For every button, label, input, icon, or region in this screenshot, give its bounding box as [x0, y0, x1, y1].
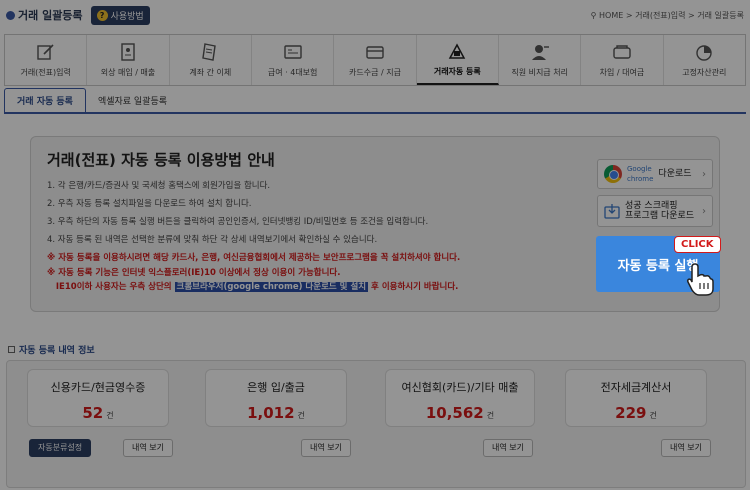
- id-card-icon: [283, 44, 302, 59]
- tab-excel-upload[interactable]: 엑셀자료 일괄등록: [86, 89, 179, 112]
- help-label: 사용방법: [110, 11, 144, 22]
- help-button[interactable]: ? 사용방법: [90, 5, 150, 25]
- guide-notice: ※ 자동 등록 기능은 인터넷 익스플로러(IE)10 이상에서 정상 이용이 …: [47, 268, 341, 278]
- scraping-label: 성공 스크래핑 프로그램 다운로드: [625, 201, 694, 221]
- summary-card-credit-card: 신용카드/현금영수증 52 건: [27, 369, 169, 427]
- guide-warning: ※ 자동 등록을 이용하시려면 해당 카드사, 은행, 여신금융협회에서 제공하…: [47, 253, 461, 263]
- summary-title: 자동 등록 내역 정보: [8, 343, 95, 356]
- view-details-button-bank[interactable]: 내역 보기: [301, 439, 351, 457]
- menu-label: 직원 비지급 처리: [511, 67, 568, 77]
- card-name: 여신협회(카드)/기타 매출: [401, 381, 519, 394]
- card-unit: 건: [649, 411, 657, 420]
- scraping-line1: 성공 스크래핑: [625, 201, 678, 211]
- menu-item-auto-register[interactable]: 거래자동 등록: [416, 35, 499, 85]
- chevron-right-icon: ›: [702, 205, 706, 217]
- menu-label: 계좌 간 이체: [189, 67, 232, 77]
- edit-icon: [36, 43, 54, 60]
- menu-item-transfer[interactable]: 계좌 간 이체: [170, 35, 252, 85]
- summary-card-card-sales: 여신협회(카드)/기타 매출 10,562 건: [385, 369, 535, 427]
- summary-panel: 신용카드/현금영수증 52 건 은행 입/출금 1,012 건 여신협회(카드)/기…: [6, 360, 746, 488]
- card-value: 1,012 건: [206, 404, 346, 422]
- section-icon: [8, 346, 15, 353]
- guide-step: 2. 우측 자동 등록 설치파일을 다운로드 하여 설치 합니다.: [47, 199, 252, 209]
- menu-item-voucher-entry[interactable]: 거래(전표)입력: [5, 35, 88, 85]
- chevron-right-icon: ›: [702, 168, 706, 180]
- summary-card-tax-invoice: 전자세금계산서 229 건: [565, 369, 707, 427]
- scraping-line2: 프로그램 다운로드: [625, 211, 695, 221]
- card-name: 신용카드/현금영수증: [50, 381, 146, 394]
- card-unit: 건: [297, 411, 305, 420]
- summary-title-text: 자동 등록 내역 정보: [19, 346, 95, 356]
- menu-item-payroll[interactable]: 급여 · 4대보험: [252, 35, 335, 85]
- summary-card-bank: 은행 입/출금 1,012 건: [205, 369, 347, 427]
- card-count: 52: [82, 404, 104, 422]
- menu-item-fixed-assets[interactable]: 고정자산관리: [664, 35, 745, 85]
- guide-notice-2: IE10이하 사용자는 우측 상단의 크롬브라우저(google chrome)…: [47, 281, 460, 295]
- view-details-button-card-sales[interactable]: 내역 보기: [483, 439, 533, 457]
- menu-label: 급여 · 4대보험: [267, 67, 318, 77]
- card-unit: 건: [486, 411, 495, 420]
- view-details-button-credit-card[interactable]: 내역 보기: [123, 439, 173, 457]
- chrome-download-label: 다운로드: [658, 169, 692, 179]
- card-value: 52 건: [28, 404, 168, 422]
- document-icon: [202, 42, 217, 61]
- chrome-brand-bottom: chrome: [627, 175, 654, 183]
- bullet-icon: [6, 10, 15, 20]
- chart-icon: [696, 44, 712, 61]
- card-count: 229: [615, 404, 647, 422]
- user-icon: [531, 44, 549, 60]
- notice-highlight: 크롬브라우저(google chrome) 다운로드 및 설치: [174, 282, 369, 292]
- robot-icon: [449, 42, 466, 59]
- menu-item-employee[interactable]: 직원 비지급 처리: [499, 35, 582, 85]
- card-name: 은행 입/출금: [247, 381, 305, 394]
- question-icon: ?: [96, 9, 108, 21]
- tab-auto-register[interactable]: 거래 자동 등록: [4, 88, 86, 112]
- view-details-button-tax-invoice[interactable]: 내역 보기: [661, 439, 711, 457]
- card-count: 1,012: [247, 404, 295, 422]
- guide-title: 거래(전표) 자동 등록 이용방법 안내: [47, 151, 275, 169]
- card-value: 229 건: [566, 404, 706, 422]
- chrome-download-button[interactable]: Google chrome 다운로드 ›: [597, 159, 713, 189]
- menu-label: 카드수금 / 지급: [349, 67, 401, 77]
- menu-item-card[interactable]: 카드수금 / 지급: [334, 35, 417, 85]
- click-badge: CLICK: [674, 236, 721, 253]
- auto-classify-button[interactable]: 자동분류설정: [29, 439, 92, 457]
- hand-cursor-icon: [687, 263, 714, 296]
- wallet-icon: [613, 44, 631, 59]
- guide-step: 3. 우측 하단의 자동 등록 실행 버튼을 클릭하여 공인인증서, 인터넷뱅킹…: [47, 217, 429, 227]
- breadcrumb: ⚲ HOME > 거래(전표)입력 > 거래 일괄등록: [590, 10, 744, 20]
- guide-step: 1. 각 은행/카드/증권사 및 국세청 홈택스에 회원가입을 합니다.: [47, 181, 271, 191]
- sub-tabs: 거래 자동 등록 엑셀자료 일괄등록: [4, 88, 746, 114]
- menu-label: 고정자산관리: [682, 67, 727, 77]
- main-menu: 거래(전표)입력 외상 매입 / 매출 계좌 간 이체 급여 · 4대보험 카드…: [4, 34, 746, 86]
- card-count: 10,562: [425, 404, 484, 422]
- menu-label: 외상 매입 / 매출: [100, 67, 156, 77]
- chrome-brand-top: Google: [627, 165, 652, 173]
- scraping-download-button[interactable]: 성공 스크래핑 프로그램 다운로드 ›: [597, 195, 713, 227]
- guide-list: 1. 각 은행/카드/증권사 및 국세청 홈택스에 회원가입을 합니다. 2. …: [47, 177, 460, 295]
- page-title-text: 거래 일괄등록: [18, 9, 83, 22]
- topbar: 거래 일괄등록 ? 사용방법 ⚲ HOME > 거래(전표)입력 > 거래 일괄…: [0, 0, 750, 30]
- card-value: 10,562 건: [386, 404, 534, 422]
- menu-label: 거래자동 등록: [433, 66, 481, 76]
- card-unit: 건: [106, 411, 114, 420]
- notice-text: IE10이하 사용자는 우측 상단의: [55, 282, 175, 292]
- ledger-icon: [121, 42, 135, 61]
- menu-label: 거래(전표)입력: [20, 67, 71, 77]
- guide-step: 4. 자동 등록 된 내역은 선택한 분류에 맞춰 하단 각 상세 내역보기에서…: [47, 235, 378, 245]
- chrome-icon: [604, 165, 622, 183]
- menu-label: 차입 / 대여금: [599, 67, 645, 77]
- chrome-brand: Google chrome: [627, 164, 653, 184]
- card-name: 전자세금계산서: [600, 381, 672, 394]
- page-title: 거래 일괄등록: [6, 7, 83, 23]
- menu-item-loan[interactable]: 차입 / 대여금: [581, 35, 664, 85]
- notice-text: 후 이용하시기 바랍니다.: [368, 282, 459, 292]
- download-icon: [604, 204, 620, 219]
- menu-item-credit[interactable]: 외상 매입 / 매출: [87, 35, 170, 85]
- card-icon: [366, 45, 384, 59]
